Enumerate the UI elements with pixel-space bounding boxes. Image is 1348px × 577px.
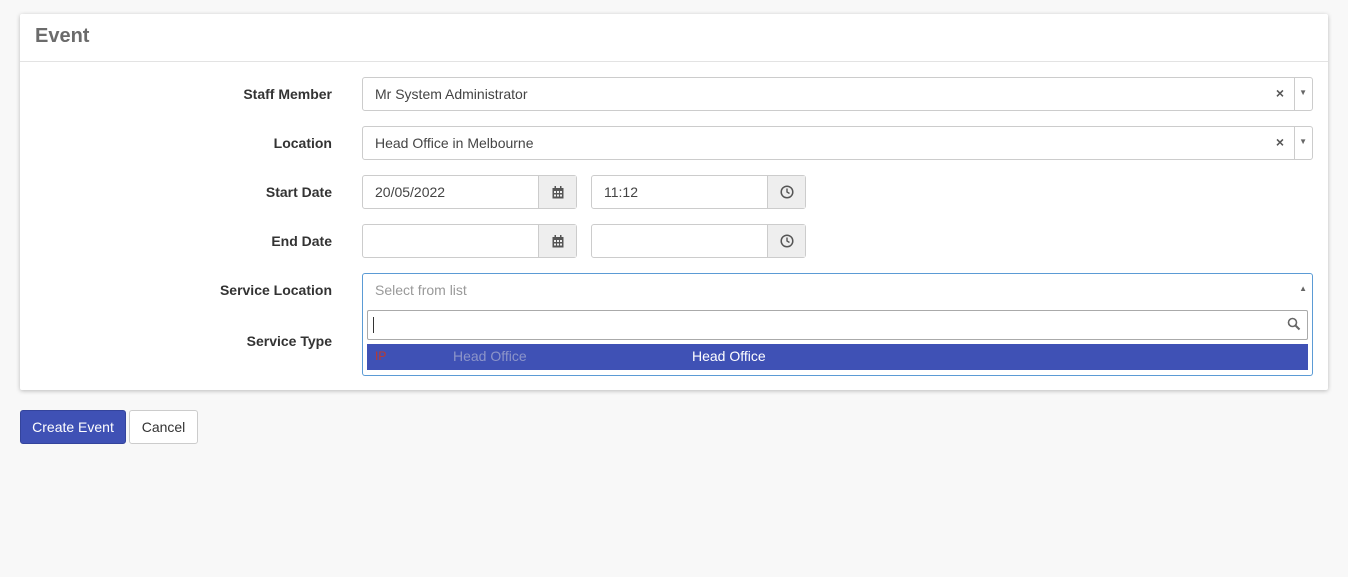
option-code: IP (375, 349, 387, 363)
location-select[interactable]: Head Office in Melbourne × ▼ (362, 126, 1313, 160)
service-location-select[interactable]: Select from list ▲ (362, 273, 1313, 307)
option-label: Head Office (692, 348, 766, 364)
clear-icon[interactable]: × (1276, 134, 1284, 150)
dropdown-search-input[interactable] (367, 310, 1308, 340)
dropdown-option-highlighted[interactable]: IP Head Office Head Office (367, 344, 1308, 370)
location-label: Location (273, 135, 332, 151)
panel-header: Event (20, 14, 1328, 62)
start-date-label: Start Date (265, 184, 332, 200)
clock-icon[interactable] (767, 225, 805, 257)
chevron-down-icon[interactable]: ▼ (1299, 88, 1307, 97)
calendar-icon[interactable] (538, 225, 576, 257)
create-event-button[interactable]: Create Event (20, 410, 126, 444)
start-date-value: 20/05/2022 (375, 184, 446, 200)
calendar-icon[interactable] (538, 176, 576, 208)
select-divider (1294, 78, 1295, 110)
start-time-input[interactable]: 11:12 (591, 175, 806, 209)
service-location-placeholder: Select from list (375, 282, 467, 298)
text-caret (373, 317, 374, 333)
staff-member-select[interactable]: Mr System Administrator × ▼ (362, 77, 1313, 111)
clock-icon[interactable] (767, 176, 805, 208)
event-panel: Event Staff Member Mr System Administrat… (20, 14, 1328, 390)
end-date-input[interactable] (362, 224, 577, 258)
end-date-label: End Date (271, 233, 332, 249)
start-date-input[interactable]: 20/05/2022 (362, 175, 577, 209)
select-divider (1294, 127, 1295, 159)
cancel-button[interactable]: Cancel (129, 410, 198, 444)
chevron-down-icon[interactable]: ▼ (1299, 137, 1307, 146)
end-time-input[interactable] (591, 224, 806, 258)
service-type-label: Service Type (246, 333, 332, 349)
search-icon (1287, 317, 1301, 334)
chevron-up-icon[interactable]: ▲ (1299, 284, 1307, 293)
service-location-dropdown: IP Head Office Head Office (362, 306, 1313, 376)
page-title: Event (35, 25, 90, 47)
option-location-name: Head Office (453, 348, 527, 364)
staff-member-label: Staff Member (243, 86, 332, 102)
staff-member-value: Mr System Administrator (375, 86, 528, 102)
location-value: Head Office in Melbourne (375, 135, 534, 151)
clear-icon[interactable]: × (1276, 85, 1284, 101)
start-time-value: 11:12 (604, 184, 638, 200)
service-location-label: Service Location (219, 282, 332, 298)
